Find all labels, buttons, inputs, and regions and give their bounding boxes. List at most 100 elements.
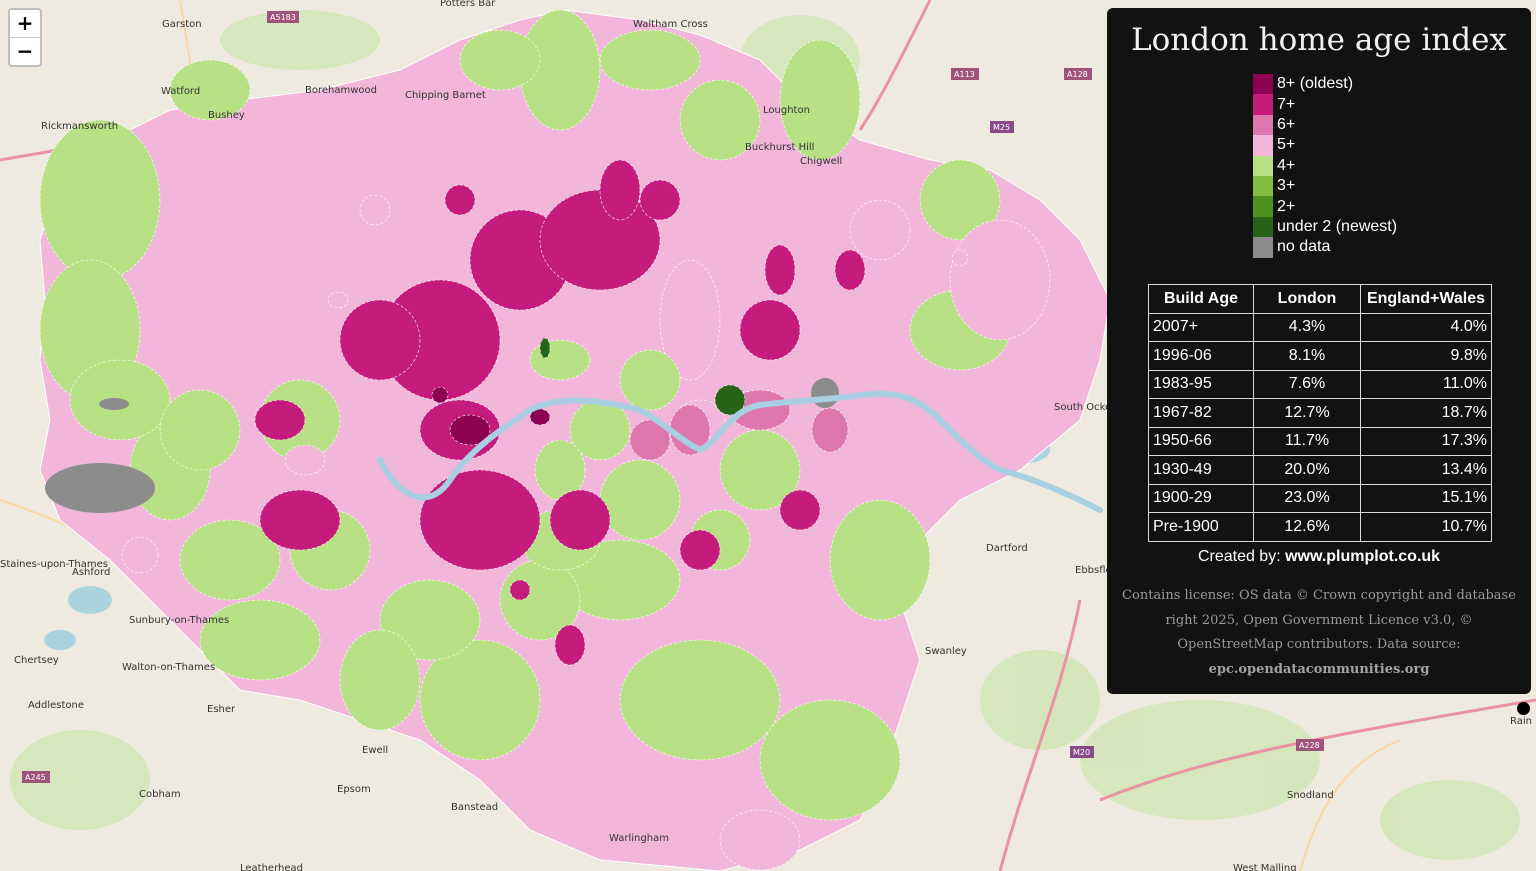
license-text: Contains license: OS data © Crown copyri… xyxy=(1121,584,1517,683)
map-region[interactable] xyxy=(539,337,551,359)
legend-item: 6+ xyxy=(1253,114,1397,136)
table-cell: 1900-29 xyxy=(1148,483,1254,513)
svg-text:Cobham: Cobham xyxy=(139,789,181,800)
map-region[interactable] xyxy=(509,579,531,601)
map-region[interactable] xyxy=(554,624,586,666)
map-region[interactable] xyxy=(419,469,541,571)
map-region[interactable] xyxy=(121,536,159,574)
map-region[interactable] xyxy=(199,599,321,681)
table-row: 1983-95 7.6% 11.0% xyxy=(1148,369,1492,399)
map-region[interactable] xyxy=(459,29,541,91)
table-header: England+Wales xyxy=(1360,284,1492,314)
legend-label: 5+ xyxy=(1277,136,1296,154)
table-cell: 10.7% xyxy=(1360,512,1492,542)
table-cell: 7.6% xyxy=(1253,369,1361,399)
map-region[interactable] xyxy=(284,444,326,476)
map-region[interactable] xyxy=(764,244,796,296)
svg-text:Buckhurst Hill: Buckhurst Hill xyxy=(745,142,814,153)
svg-text:M20: M20 xyxy=(1073,748,1090,757)
legend-item: 3+ xyxy=(1253,175,1397,197)
map-region[interactable] xyxy=(779,489,821,531)
svg-text:A228: A228 xyxy=(1299,741,1320,750)
map-region[interactable] xyxy=(599,459,681,541)
svg-text:Loughton: Loughton xyxy=(763,105,810,116)
map-region[interactable] xyxy=(599,159,641,221)
map-region[interactable] xyxy=(639,179,681,221)
legend-swatch xyxy=(1253,114,1273,136)
map-region[interactable] xyxy=(829,499,931,621)
table-row: 1996-06 8.1% 9.8% xyxy=(1148,341,1492,371)
no-data-region[interactable] xyxy=(811,378,839,408)
map-region[interactable] xyxy=(254,399,306,441)
map-region[interactable] xyxy=(39,119,161,281)
svg-text:Rickmansworth: Rickmansworth xyxy=(41,121,118,132)
map-region[interactable] xyxy=(431,386,449,404)
map-region[interactable] xyxy=(339,629,421,731)
map-region[interactable] xyxy=(327,291,349,309)
location-marker[interactable] xyxy=(1517,702,1530,715)
credit-site-link[interactable]: www.plumplot.co.uk xyxy=(1285,548,1440,565)
svg-text:Chertsey: Chertsey xyxy=(14,655,59,666)
no-data-region[interactable] xyxy=(99,398,129,410)
table-cell: 15.1% xyxy=(1360,483,1492,513)
map-region[interactable] xyxy=(359,194,391,226)
map-region[interactable] xyxy=(259,489,341,551)
map-region[interactable] xyxy=(599,29,701,91)
svg-text:A128: A128 xyxy=(1067,70,1088,79)
zoom-out-button[interactable]: − xyxy=(10,37,40,65)
map-region[interactable] xyxy=(444,184,476,216)
map-region[interactable] xyxy=(679,529,721,571)
legend-label: no data xyxy=(1277,238,1331,256)
table-header: London xyxy=(1253,284,1361,314)
no-data-region[interactable] xyxy=(45,463,155,513)
map-region[interactable] xyxy=(759,699,901,821)
map-region[interactable] xyxy=(811,407,849,453)
marker-label: Rain xyxy=(1510,716,1532,727)
table-cell: 2007+ xyxy=(1148,312,1254,342)
legend-list: 8+ (oldest) 7+ 6+ 5+ 4+ 3+ 2+ under 2 (newest) n… xyxy=(1253,74,1397,258)
table-cell: 1996-06 xyxy=(1148,341,1254,371)
svg-text:A5183: A5183 xyxy=(270,13,296,22)
map-region[interactable] xyxy=(619,639,781,761)
table-cell: 1950-66 xyxy=(1148,426,1254,456)
legend-label: under 2 (newest) xyxy=(1277,217,1398,235)
table-cell: 20.0% xyxy=(1253,455,1361,485)
table-cell: Pre-1900 xyxy=(1148,512,1254,542)
legend-title: London home age index xyxy=(1131,22,1507,58)
table-cell: 11.7% xyxy=(1253,426,1361,456)
legend-label: 7+ xyxy=(1277,95,1296,113)
table-cell: 8.1% xyxy=(1253,341,1361,371)
table-cell: 23.0% xyxy=(1253,483,1361,513)
svg-text:Leatherhead: Leatherhead xyxy=(240,863,303,871)
map-region[interactable] xyxy=(949,219,1051,341)
zoom-in-button[interactable]: + xyxy=(10,10,40,37)
table-row: 2007+ 4.3% 4.0% xyxy=(1148,312,1492,342)
map-region[interactable] xyxy=(849,199,911,261)
map-region[interactable] xyxy=(619,349,681,411)
table-cell: 4.3% xyxy=(1253,312,1361,342)
table-cell: 18.7% xyxy=(1360,398,1492,428)
table-cell: 4.0% xyxy=(1360,312,1492,342)
svg-text:A245: A245 xyxy=(25,773,46,782)
map-region[interactable] xyxy=(739,299,801,361)
legend-item: no data xyxy=(1253,237,1397,258)
map-region[interactable] xyxy=(951,249,969,267)
map-region[interactable] xyxy=(159,389,241,471)
legend-swatch xyxy=(1253,135,1273,156)
svg-text:A113: A113 xyxy=(954,70,975,79)
legend-item: 4+ xyxy=(1253,155,1397,176)
map-region[interactable] xyxy=(339,299,421,381)
data-source-link[interactable]: epc.opendatacommunities.org xyxy=(1209,662,1430,677)
map-region[interactable] xyxy=(834,249,866,291)
table-cell: 12.6% xyxy=(1253,512,1361,542)
table-cell: 9.8% xyxy=(1360,341,1492,371)
map-region[interactable] xyxy=(549,489,611,551)
table-cell: 17.3% xyxy=(1360,426,1492,456)
svg-text:Addlestone: Addlestone xyxy=(28,700,84,711)
svg-text:Chipping Barnet: Chipping Barnet xyxy=(405,90,486,101)
map-region[interactable] xyxy=(719,809,801,871)
map-region[interactable] xyxy=(529,339,591,381)
legend-swatch xyxy=(1253,94,1273,115)
svg-text:Waltham Cross: Waltham Cross xyxy=(633,19,708,30)
license-body: Contains license: OS data © Crown copyri… xyxy=(1122,588,1516,653)
